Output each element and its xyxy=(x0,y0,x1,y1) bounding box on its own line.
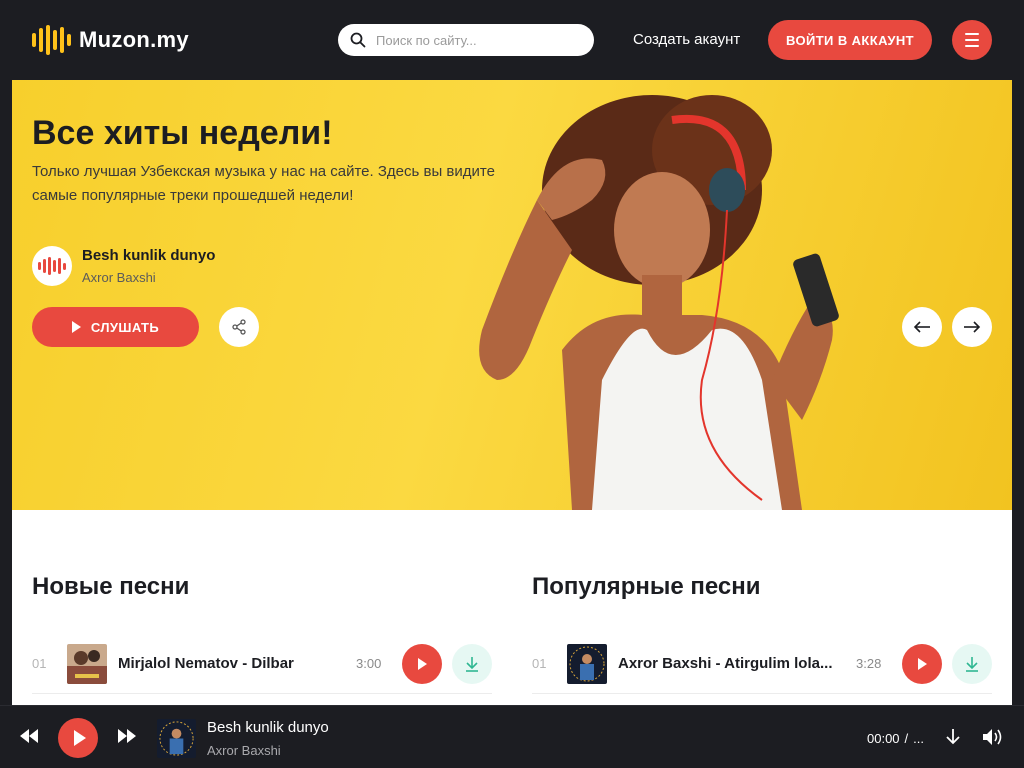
slider-next-button[interactable] xyxy=(952,307,992,347)
track-logo-icon xyxy=(32,246,72,286)
song-download-button[interactable] xyxy=(452,644,492,684)
logo[interactable]: Muzon.my xyxy=(32,24,189,56)
song-name[interactable]: Axror Baxshi - Atirgulim lola... xyxy=(618,655,838,672)
listen-button-label: СЛУШАТЬ xyxy=(90,319,160,335)
login-button[interactable]: ВОЙТИ В АККАУНТ xyxy=(768,20,932,60)
song-name[interactable]: Mirjalol Nematov - Dilbar xyxy=(118,655,338,672)
hero-banner: Все хиты недели! Только лучшая Узбекская… xyxy=(12,80,1012,510)
player-play-button[interactable] xyxy=(58,718,98,758)
search-input[interactable] xyxy=(376,32,576,48)
player-track-title: Besh kunlik dunyo xyxy=(207,719,329,736)
logo-text: Muzon.my xyxy=(79,27,189,52)
hero-title: Все хиты недели! xyxy=(32,114,333,152)
menu-button[interactable] xyxy=(952,20,992,60)
fast-forward-icon xyxy=(118,729,136,743)
hero-track-title: Besh kunlik dunyo xyxy=(82,247,216,264)
song-play-button[interactable] xyxy=(902,644,942,684)
download-icon xyxy=(966,657,978,672)
rewind-icon xyxy=(20,729,38,743)
search-box[interactable] xyxy=(338,24,594,56)
current-time: 00:00 xyxy=(867,731,900,746)
next-track-button[interactable] xyxy=(116,728,138,749)
song-play-button[interactable] xyxy=(402,644,442,684)
song-cover xyxy=(67,644,107,684)
arrow-right-icon xyxy=(964,321,981,333)
content-area: Новые песни 01 Mirjalol Nematov - Dilbar… xyxy=(12,510,1012,705)
hero-track-artist: Axror Baxshi xyxy=(82,270,156,285)
menu-icon-bar xyxy=(965,45,979,47)
song-number: 01 xyxy=(32,656,47,671)
song-number: 01 xyxy=(532,656,547,671)
song-row[interactable]: 01 Mirjalol Nematov - Dilbar 3:00 xyxy=(32,634,492,694)
volume-icon xyxy=(983,729,1002,745)
logo-icon xyxy=(32,24,71,56)
play-icon xyxy=(73,730,86,746)
audio-player: Besh kunlik dunyo Axror Baxshi 00:00 / .… xyxy=(0,705,1024,768)
hero-description: Только лучшая Узбекская музыка у нас на … xyxy=(32,163,495,204)
player-download-button[interactable] xyxy=(945,728,961,751)
download-icon xyxy=(466,657,478,672)
popular-songs-title: Популярные песни xyxy=(532,573,761,600)
time-separator: / xyxy=(904,731,909,746)
hero-image-woman-headphones xyxy=(479,95,839,510)
play-icon xyxy=(917,658,927,670)
song-row[interactable]: 01 Axror Baxshi - Atirgulim lola... 3:28 xyxy=(532,634,992,694)
search-icon xyxy=(350,32,366,48)
player-cover xyxy=(157,719,196,758)
song-duration: 3:28 xyxy=(856,656,882,671)
volume-button[interactable] xyxy=(982,728,1004,751)
player-time: 00:00 / ... xyxy=(867,731,924,746)
menu-icon-bar xyxy=(965,39,979,41)
arrow-left-icon xyxy=(913,321,930,333)
song-duration: 3:00 xyxy=(356,656,382,671)
total-time: ... xyxy=(913,731,925,746)
listen-button[interactable]: СЛУШАТЬ xyxy=(32,307,199,347)
share-button[interactable] xyxy=(219,307,259,347)
song-cover xyxy=(567,644,607,684)
hero-track-info: Besh kunlik dunyo Axror Baxshi xyxy=(32,246,215,286)
share-icon xyxy=(232,319,246,335)
player-track-artist: Axror Baxshi xyxy=(207,743,281,758)
slider-prev-button[interactable] xyxy=(902,307,942,347)
download-icon xyxy=(946,729,960,745)
new-songs-title: Новые песни xyxy=(32,573,190,600)
song-download-button[interactable] xyxy=(952,644,992,684)
play-icon xyxy=(417,658,427,670)
menu-icon-bar xyxy=(965,33,979,35)
create-account-link[interactable]: Создать акаунт xyxy=(633,31,740,48)
play-icon xyxy=(71,321,81,333)
previous-track-button[interactable] xyxy=(18,728,40,749)
site-header: Muzon.my Создать акаунт ВОЙТИ В АККАУНТ xyxy=(12,0,1012,80)
